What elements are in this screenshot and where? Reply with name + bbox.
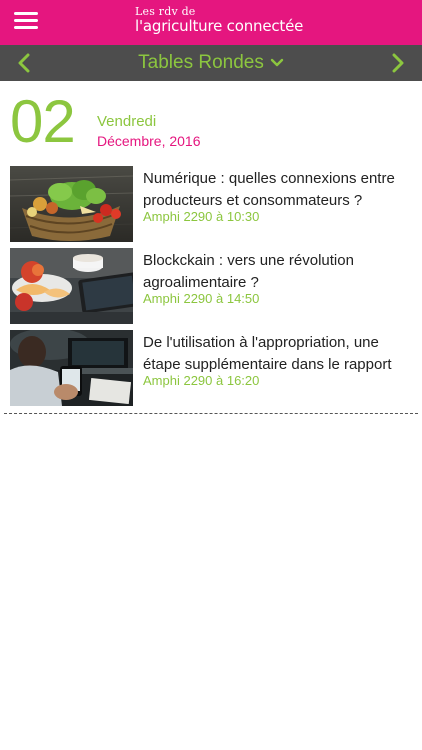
next-category-button[interactable]	[378, 45, 418, 81]
date-day-number: 02	[10, 88, 76, 155]
session-thumbnail-person-smartphone	[10, 330, 133, 406]
session-item[interactable]: De l'utilisation à l'appropriation, une …	[10, 330, 412, 406]
session-location-time: Amphi 2290 à 14:50	[143, 291, 260, 306]
session-thumbnail-breakfast-tablet	[10, 248, 133, 324]
brand-line2: l'agriculture connectée	[135, 17, 304, 35]
session-title: Blockckain : vers une révolution agroali…	[143, 252, 354, 291]
session-item[interactable]: Blockckain : vers une révolution agroali…	[10, 248, 412, 324]
session-title: De l'utilisation à l'appropriation, une …	[143, 334, 392, 373]
chevron-right-icon	[392, 53, 404, 73]
list-divider	[4, 413, 418, 414]
session-location-time: Amphi 2290 à 10:30	[143, 209, 260, 224]
session-thumbnail-vegetable-basket	[10, 166, 133, 242]
chevron-down-icon	[270, 58, 284, 67]
date-month-year: Décembre, 2016	[97, 133, 201, 149]
app-logo: Les rdv de l'agriculture connectée	[135, 6, 303, 34]
brand-line1: Les rdv de	[135, 5, 196, 18]
category-nav: Tables Rondes	[0, 45, 422, 81]
date-weekday: Vendredi	[97, 113, 157, 130]
category-title: Tables Rondes	[138, 52, 264, 73]
category-dropdown[interactable]: Tables Rondes	[0, 45, 422, 81]
session-item[interactable]: Numérique : quelles connexions entre pro…	[10, 166, 412, 242]
app-header: Les rdv de l'agriculture connectée	[0, 0, 422, 45]
menu-icon[interactable]	[14, 11, 38, 31]
session-location-time: Amphi 2290 à 16:20	[143, 373, 260, 388]
session-title: Numérique : quelles connexions entre pro…	[143, 170, 395, 209]
